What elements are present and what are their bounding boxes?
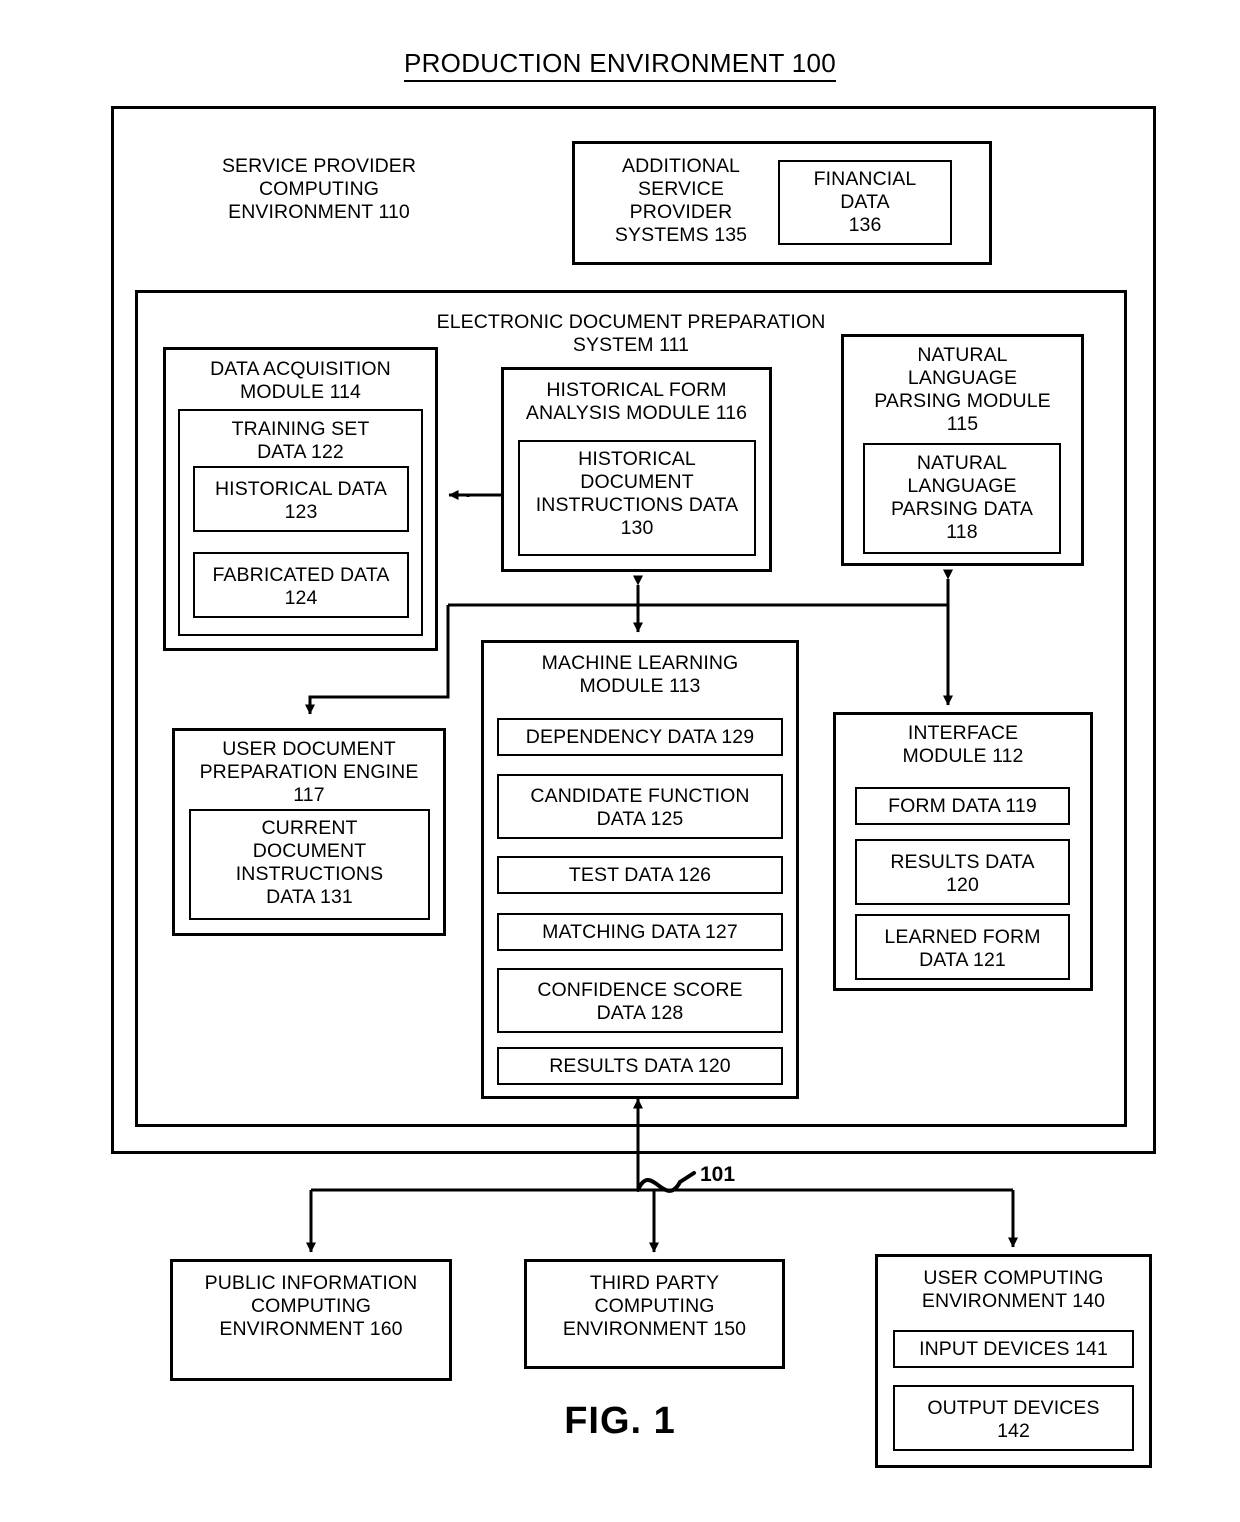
- electronic-document-preparation-system-label: ELECTRONIC DOCUMENT PREPARATION SYSTEM 1…: [436, 311, 826, 356]
- additional-service-provider-systems-label: ADDITIONAL SERVICE PROVIDER SYSTEMS 135: [614, 155, 748, 246]
- natural-language-parsing-data-label: NATURAL LANGUAGE PARSING DATA 118: [890, 452, 1034, 543]
- learned-form-data-label: LEARNED FORM DATA 121: [884, 926, 1041, 971]
- test-data-label: TEST DATA 126: [568, 864, 712, 886]
- current-document-instructions-data-label: CURRENT DOCUMENT INSTRUCTIONS DATA 131: [235, 817, 384, 908]
- fabricated-data-label: FABRICATED DATA 124: [212, 564, 390, 609]
- figure-caption-text: FIG. 1: [564, 1400, 676, 1442]
- user-computing-environment-label: USER COMPUTING ENVIRONMENT 140: [921, 1267, 1106, 1312]
- user-document-preparation-engine-label: USER DOCUMENT PREPARATION ENGINE 117: [199, 738, 419, 806]
- figure-title-text: PRODUCTION ENVIRONMENT 100: [403, 48, 837, 82]
- results-data-ml-label: RESULTS DATA 120: [549, 1055, 731, 1077]
- network-label: 101: [700, 1163, 736, 1186]
- interface-module-label: INTERFACE MODULE 112: [902, 722, 1024, 767]
- training-set-data-label: TRAINING SET DATA 122: [231, 418, 370, 463]
- natural-language-parsing-module-label: NATURAL LANGUAGE PARSING MODULE 115: [874, 344, 1051, 435]
- historical-data-label: HISTORICAL DATA 123: [215, 478, 387, 523]
- historical-document-instructions-data-label: HISTORICAL DOCUMENT INSTRUCTIONS DATA 13…: [535, 448, 739, 539]
- confidence-score-data-label: CONFIDENCE SCORE DATA 128: [537, 979, 743, 1024]
- form-data-label: FORM DATA 119: [888, 795, 1037, 817]
- figure-caption: FIG. 1: [0, 1400, 1240, 1443]
- public-information-computing-environment-label: PUBLIC INFORMATION COMPUTING ENVIRONMENT…: [204, 1272, 418, 1340]
- results-data-interface-label: RESULTS DATA 120: [890, 851, 1035, 896]
- machine-learning-module-label: MACHINE LEARNING MODULE 113: [541, 652, 739, 697]
- candidate-function-data-label: CANDIDATE FUNCTION DATA 125: [530, 785, 750, 830]
- input-devices-label: INPUT DEVICES 141: [919, 1338, 1108, 1360]
- data-acquisition-module-label: DATA ACQUISITION MODULE 114: [210, 358, 391, 403]
- figure-title: PRODUCTION ENVIRONMENT 100: [0, 48, 1240, 82]
- historical-form-analysis-module-label: HISTORICAL FORM ANALYSIS MODULE 116: [525, 379, 748, 424]
- financial-data-label: FINANCIAL DATA 136: [813, 168, 917, 236]
- third-party-computing-environment-label: THIRD PARTY COMPUTING ENVIRONMENT 150: [562, 1272, 747, 1340]
- figure-canvas: PRODUCTION ENVIRONMENT 100 SERVICE PROVI…: [0, 0, 1240, 1522]
- dependency-data-label: DEPENDENCY DATA 129: [525, 726, 755, 748]
- service-provider-computing-environment-label: SERVICE PROVIDER COMPUTING ENVIRONMENT 1…: [221, 155, 417, 223]
- matching-data-label: MATCHING DATA 127: [542, 921, 738, 943]
